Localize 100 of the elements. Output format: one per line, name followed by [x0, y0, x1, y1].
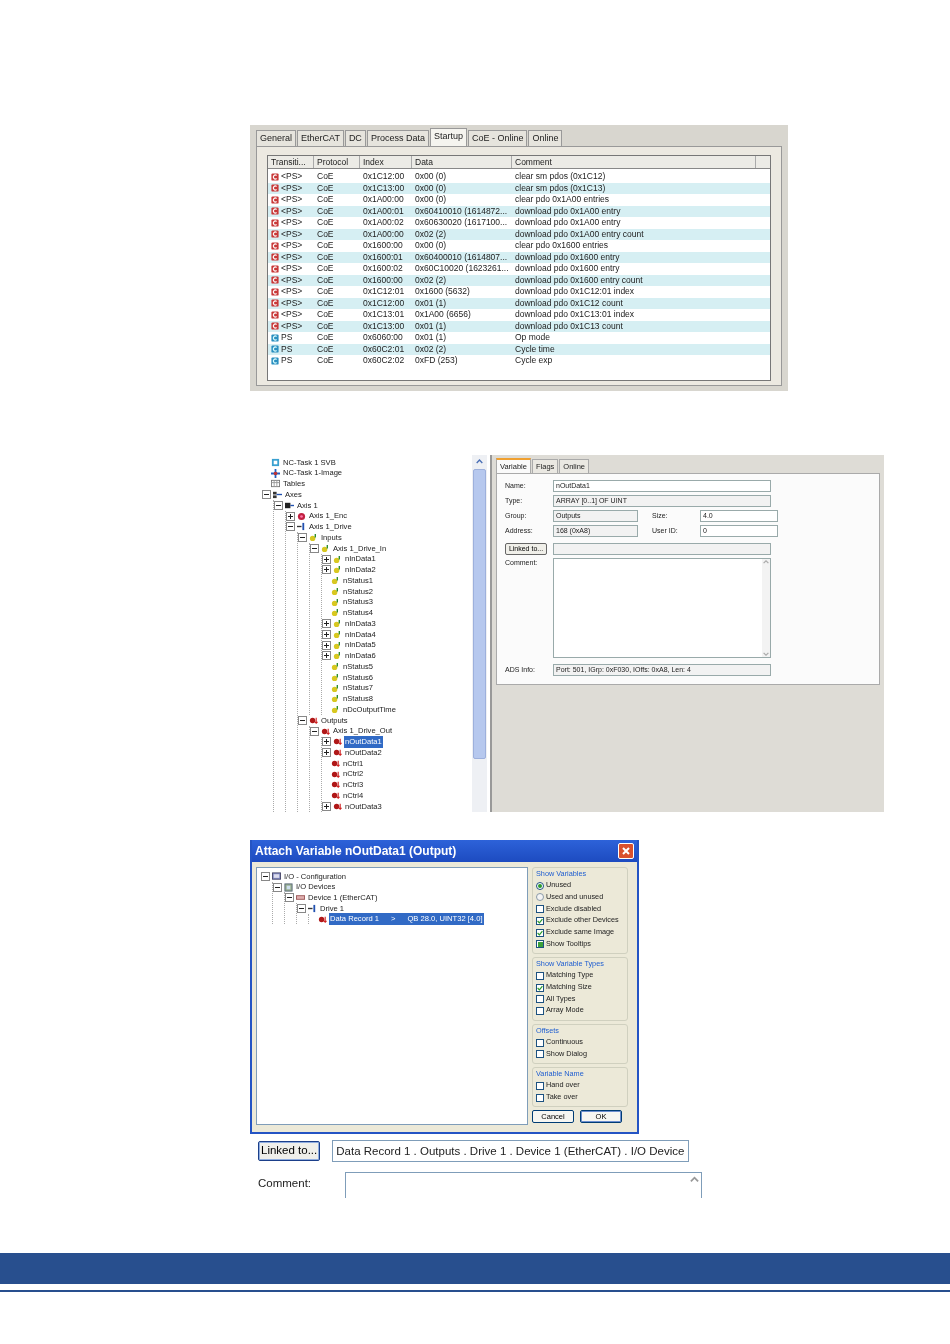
table-cell-text: 0x1C13:00 — [362, 182, 406, 194]
table-cell-text: download pdo 0x1600 entry — [514, 263, 621, 275]
input-field[interactable]: Data Record 1 . Outputs . Drive 1 . Device 1 (EtherCAT) . I/O Device — [332, 1140, 690, 1162]
drive-icon — [297, 522, 306, 532]
expand-toggle[interactable] — [273, 882, 282, 892]
table-cell-text: CoE — [316, 320, 335, 332]
table-cell: <PS> — [281, 217, 303, 229]
checkbox[interactable] — [536, 995, 544, 1004]
expand-toggle[interactable] — [298, 715, 307, 725]
column-header[interactable]: Transiti... — [268, 156, 314, 168]
table-cell-text: CoE — [316, 228, 335, 240]
tab[interactable]: Startup — [429, 128, 467, 146]
tab[interactable]: EtherCAT — [297, 130, 344, 146]
comment-field[interactable] — [345, 1172, 703, 1198]
close-button[interactable] — [618, 843, 634, 859]
table-icon — [271, 479, 280, 489]
checkbox[interactable] — [536, 1006, 544, 1015]
linked-button[interactable]: Linked to... — [258, 1141, 321, 1161]
checkbox[interactable] — [536, 1050, 544, 1059]
table-cell-text: 0x1C12:01 — [362, 286, 406, 298]
table-cell-text: 0x60C2:02 — [362, 355, 406, 367]
input-field[interactable] — [553, 543, 771, 555]
variable-icon — [309, 533, 318, 543]
table-cell: <PS> — [281, 309, 303, 321]
comment-field[interactable] — [553, 558, 771, 658]
expand-toggle[interactable] — [261, 871, 270, 881]
column-header[interactable]: Index — [360, 156, 412, 168]
table-cell-text: 0x1600:01 — [362, 251, 404, 263]
status-icon — [271, 287, 279, 296]
table-cell-text: 0x00 (0) — [414, 171, 448, 183]
checkbox[interactable] — [536, 1038, 544, 1047]
checkbox[interactable] — [536, 916, 544, 925]
table-cell-text: 0x1C13:00 — [362, 320, 406, 332]
expand-toggle[interactable] — [322, 737, 331, 747]
tab[interactable]: Process Data — [366, 130, 429, 146]
status-icon — [271, 310, 279, 319]
expand-toggle[interactable] — [322, 554, 331, 564]
checkbox[interactable] — [536, 1093, 544, 1102]
table-cell-text: CoE — [316, 263, 335, 275]
table-cell-text: download pdo 0x1600 entry count — [514, 274, 644, 286]
status-icon — [271, 299, 279, 308]
expand-toggle[interactable] — [322, 619, 331, 629]
checkbox[interactable] — [536, 971, 544, 980]
expand-toggle[interactable] — [274, 500, 283, 510]
expand-toggle[interactable] — [322, 629, 331, 639]
table-cell: <PS> — [281, 286, 303, 298]
table-cell-text: 0x01 (1) — [414, 297, 448, 309]
table-cell-text: 0x02 (2) — [414, 274, 448, 286]
variable-icon — [331, 758, 340, 768]
table-cell-text: download pdo 0x1A00 entry count — [514, 228, 645, 240]
variable-icon — [333, 629, 342, 639]
table-cell-text: 0x1A00:02 — [362, 217, 405, 229]
expand-toggle[interactable] — [286, 522, 295, 532]
tab[interactable]: Online — [528, 130, 563, 146]
expand-toggle[interactable] — [286, 511, 295, 521]
expand-toggle[interactable] — [285, 893, 294, 903]
tab[interactable]: DC — [344, 130, 366, 146]
table-cell-text: CoE — [316, 297, 335, 309]
radio-button[interactable] — [536, 881, 544, 890]
table-cell-text: CoE — [316, 355, 335, 367]
checkbox[interactable] — [536, 905, 544, 914]
variable-icon — [331, 769, 340, 779]
expand-toggle[interactable] — [322, 801, 331, 811]
radio-button[interactable] — [536, 893, 544, 902]
status-icon — [271, 322, 279, 331]
checkbox[interactable] — [536, 1081, 544, 1090]
column-header[interactable]: Protocol — [314, 156, 360, 168]
table-cell-text: 0x1600:00 — [362, 274, 404, 286]
expand-toggle[interactable] — [310, 543, 319, 553]
expand-toggle[interactable] — [322, 748, 331, 758]
table-cell-text: 0x01 (1) — [414, 320, 448, 332]
scroll-thumb[interactable] — [473, 469, 486, 759]
tab[interactable]: General — [256, 130, 297, 146]
tab[interactable]: CoE - Online — [467, 130, 528, 146]
table-cell-text: CoE — [316, 251, 335, 263]
column-header[interactable]: Data — [412, 156, 512, 168]
checkbox[interactable] — [536, 940, 544, 949]
device-icon — [296, 893, 305, 903]
field-label: Comment: — [258, 1176, 312, 1191]
table-cell-text: 0x60C2:01 — [362, 343, 406, 355]
expand-toggle[interactable] — [322, 651, 331, 661]
variable-icon — [333, 737, 342, 747]
check-icon — [537, 984, 543, 991]
expand-toggle[interactable] — [262, 490, 271, 500]
expand-toggle[interactable] — [297, 903, 306, 913]
variable-icon — [333, 651, 342, 661]
table-cell-text: CoE — [316, 205, 335, 217]
expand-toggle[interactable] — [322, 565, 331, 575]
table-cell-text: download pdo 0x1A00 entry — [514, 217, 622, 229]
table-cell-text: 0x1C13:01 — [362, 309, 406, 321]
scrollbar[interactable] — [472, 455, 487, 812]
column-header[interactable]: Comment — [512, 156, 756, 168]
expand-toggle[interactable] — [322, 640, 331, 650]
arrow-up-icon — [476, 457, 483, 465]
checkbox[interactable] — [536, 928, 544, 937]
expand-toggle[interactable] — [298, 533, 307, 543]
checkbox[interactable] — [536, 983, 544, 992]
expand-toggle[interactable] — [310, 726, 319, 736]
variable-icon — [321, 726, 330, 736]
table-cell: <PS> — [281, 182, 303, 194]
